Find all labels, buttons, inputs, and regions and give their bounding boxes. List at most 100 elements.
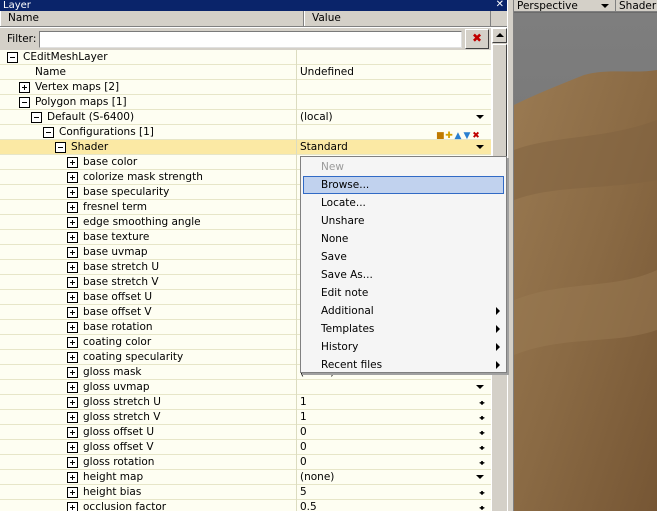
expand-icon[interactable] xyxy=(67,157,78,168)
expand-icon[interactable] xyxy=(67,292,78,303)
tree-row-value[interactable]: 0 xyxy=(300,425,307,440)
move-down-icon[interactable]: ▼ xyxy=(463,132,471,141)
spinner-arrows-icon[interactable]: ◂▸ xyxy=(476,455,486,470)
expand-icon[interactable] xyxy=(67,232,78,243)
3d-viewport[interactable]: Perspective Shader xyxy=(514,0,657,511)
spinner-arrows-icon[interactable]: ◂▸ xyxy=(476,485,486,500)
tree-row[interactable]: Default (S-6400) (local) xyxy=(0,110,491,125)
collapse-icon[interactable] xyxy=(55,142,66,153)
expand-icon[interactable] xyxy=(67,247,78,258)
menu-item[interactable]: None xyxy=(303,230,504,248)
spinner-arrows-icon[interactable]: ◂▸ xyxy=(476,395,486,410)
dropdown-arrow-icon[interactable] xyxy=(476,475,484,479)
chevron-down-icon[interactable] xyxy=(601,4,609,8)
expand-icon[interactable] xyxy=(67,472,78,483)
tree-row[interactable]: gloss offset V 0 ◂▸ xyxy=(0,440,491,455)
column-divider xyxy=(296,140,297,155)
move-up-icon[interactable]: ▲ xyxy=(454,132,462,141)
tree-row-value[interactable]: 1 xyxy=(300,410,307,425)
expand-icon[interactable] xyxy=(67,442,78,453)
view-mode-dropdown[interactable]: Perspective xyxy=(517,0,578,12)
expand-icon[interactable] xyxy=(67,427,78,438)
expand-icon[interactable] xyxy=(67,322,78,333)
expand-icon[interactable] xyxy=(67,367,78,378)
tree-row-value[interactable]: 5 xyxy=(300,485,307,500)
spinner-arrows-icon[interactable]: ◂▸ xyxy=(476,425,486,440)
menu-item-label: None xyxy=(321,233,349,245)
menu-item[interactable]: History xyxy=(303,338,504,356)
tree-row-value[interactable]: Undefined xyxy=(300,65,354,80)
shader-mode-button[interactable]: Shader xyxy=(615,0,656,12)
copy-icon[interactable]: ■ xyxy=(436,132,445,141)
menu-item[interactable]: Unshare xyxy=(303,212,504,230)
expand-icon[interactable] xyxy=(67,487,78,498)
tree-row[interactable]: gloss offset U 0 ◂▸ xyxy=(0,425,491,440)
tree-row[interactable]: height bias 5 ◂▸ xyxy=(0,485,491,500)
tree-row[interactable]: gloss rotation 0 ◂▸ xyxy=(0,455,491,470)
dropdown-arrow-icon[interactable] xyxy=(476,115,484,119)
tree-row[interactable]: Shader Standard xyxy=(0,140,491,155)
column-value-header[interactable]: Value xyxy=(304,11,491,26)
expand-icon[interactable] xyxy=(67,277,78,288)
menu-item[interactable]: Save As... xyxy=(303,266,504,284)
menu-item-label: Save xyxy=(321,251,347,263)
column-divider xyxy=(296,500,297,511)
tree-row[interactable]: Configurations [1] ■✚ ▲ ▼ ✖ xyxy=(0,125,491,141)
delete-icon[interactable]: ✖ xyxy=(472,132,480,141)
expand-icon[interactable] xyxy=(67,187,78,198)
spinner-arrows-icon[interactable]: ◂▸ xyxy=(476,410,486,425)
tree-row[interactable]: occlusion factor 0.5 ◂▸ xyxy=(0,500,491,511)
expand-icon[interactable] xyxy=(67,382,78,393)
expand-icon[interactable] xyxy=(19,82,30,93)
spinner-arrows-icon[interactable]: ◂▸ xyxy=(476,500,486,511)
tree-row-value[interactable]: 1 xyxy=(300,395,307,410)
expand-icon[interactable] xyxy=(67,412,78,423)
add-icon[interactable]: ✚ xyxy=(445,132,453,141)
expand-icon[interactable] xyxy=(67,502,78,511)
expand-icon[interactable] xyxy=(67,217,78,228)
expand-icon[interactable] xyxy=(67,307,78,318)
column-name-header[interactable]: Name xyxy=(0,11,304,26)
collapse-icon[interactable] xyxy=(43,127,54,138)
expand-icon[interactable] xyxy=(67,457,78,468)
filter-input[interactable] xyxy=(39,31,462,48)
tree-row[interactable]: gloss stretch U 1 ◂▸ xyxy=(0,395,491,410)
dropdown-arrow-icon[interactable] xyxy=(476,145,484,149)
expand-icon[interactable] xyxy=(67,352,78,363)
dropdown-arrow-icon[interactable] xyxy=(476,385,484,389)
menu-item[interactable]: Save xyxy=(303,248,504,266)
tree-row-value[interactable]: (none) xyxy=(300,470,334,485)
collapse-icon[interactable] xyxy=(31,112,42,123)
menu-item[interactable]: Templates xyxy=(303,320,504,338)
expand-icon[interactable] xyxy=(67,262,78,273)
tree-row[interactable]: gloss stretch V 1 ◂▸ xyxy=(0,410,491,425)
expand-icon[interactable] xyxy=(67,397,78,408)
tree-row-value[interactable]: (local) xyxy=(300,110,333,125)
tree-row-label: height bias xyxy=(83,486,142,498)
clear-filter-button[interactable]: ✖ xyxy=(465,29,489,49)
tree-row[interactable]: Vertex maps [2] xyxy=(0,80,491,95)
tree-row[interactable]: height map (none) xyxy=(0,470,491,485)
menu-item[interactable]: Edit note xyxy=(303,284,504,302)
collapse-icon[interactable] xyxy=(7,52,18,63)
tree-row-value[interactable]: Standard xyxy=(300,140,348,155)
close-icon[interactable]: ✕ xyxy=(496,0,504,10)
tree-row[interactable]: CEditMeshLayer xyxy=(0,50,491,65)
spinner-arrows-icon[interactable]: ◂▸ xyxy=(476,440,486,455)
expand-icon[interactable] xyxy=(67,337,78,348)
menu-item[interactable]: Additional xyxy=(303,302,504,320)
menu-item[interactable]: Recent files xyxy=(303,356,504,374)
menu-item[interactable]: Locate... xyxy=(303,194,504,212)
scroll-up-button[interactable] xyxy=(492,28,507,43)
menu-item[interactable]: Browse... xyxy=(303,176,504,194)
panel-splitter[interactable] xyxy=(507,0,514,511)
tree-row[interactable]: Polygon maps [1] xyxy=(0,95,491,110)
tree-row[interactable]: gloss uvmap xyxy=(0,380,491,395)
tree-row-value[interactable]: 0 xyxy=(300,440,307,455)
tree-row[interactable]: Name Undefined xyxy=(0,65,491,80)
tree-row-value[interactable]: 0 xyxy=(300,455,307,470)
collapse-icon[interactable] xyxy=(19,97,30,108)
expand-icon[interactable] xyxy=(67,202,78,213)
tree-row-value[interactable]: 0.5 xyxy=(300,500,317,511)
expand-icon[interactable] xyxy=(67,172,78,183)
